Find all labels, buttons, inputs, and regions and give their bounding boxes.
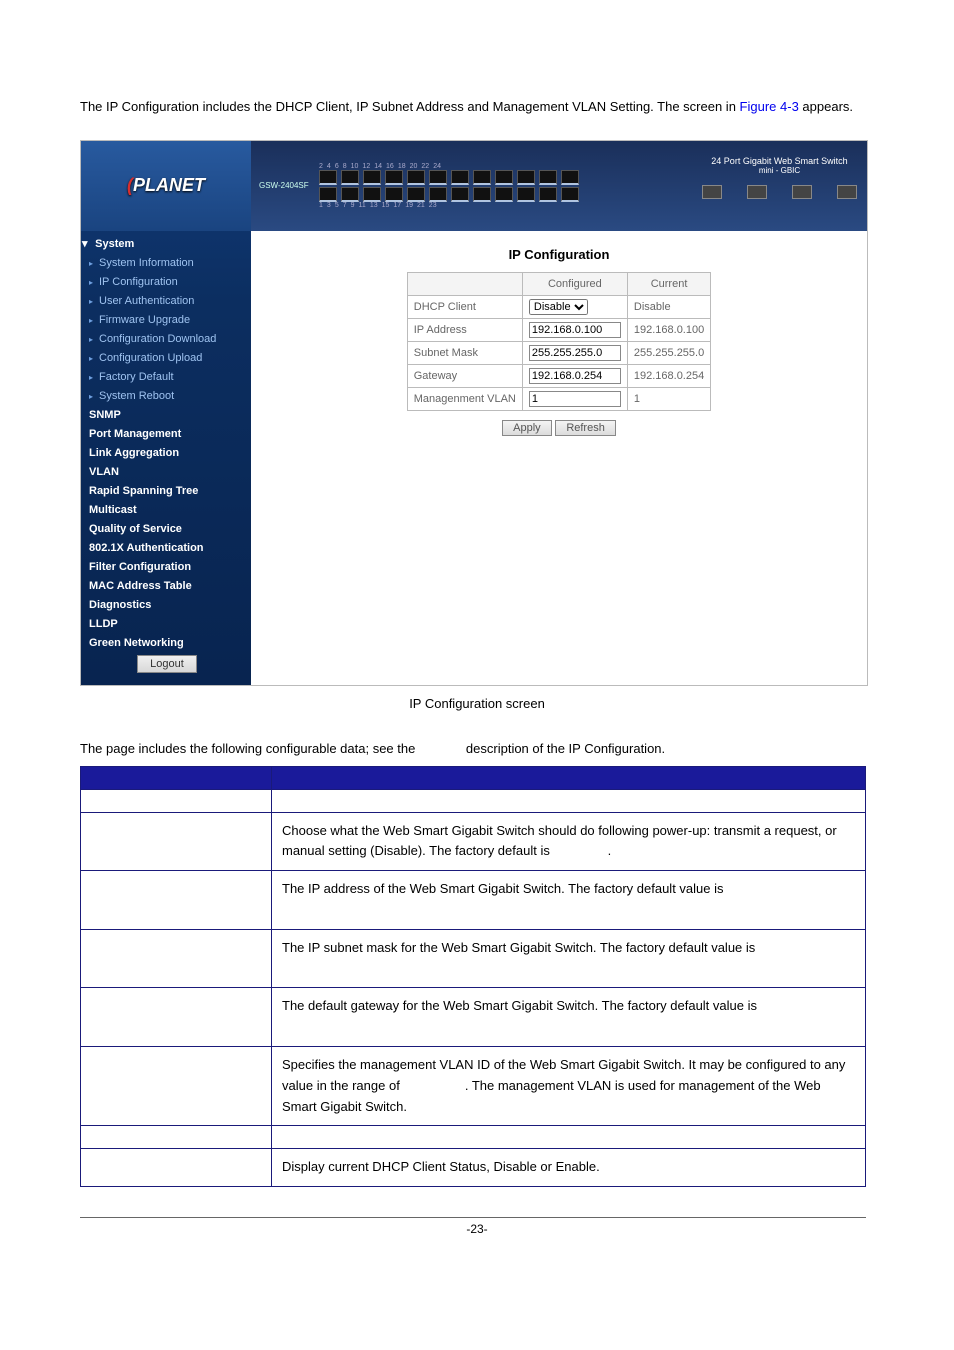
config-panel: IP Configuration Configured Current DHCP… — [251, 231, 867, 456]
menu-diag[interactable]: Diagnostics — [81, 596, 251, 615]
header-title: 24 Port Gigabit Web Smart Switch — [702, 156, 857, 166]
intro-paragraph: The IP Configuration includes the DHCP C… — [80, 93, 874, 122]
col-current: Current — [627, 272, 710, 295]
panel-title: IP Configuration — [261, 247, 857, 262]
figure-caption: IP Configuration screen — [80, 696, 874, 711]
menu-link-agg[interactable]: Link Aggregation — [81, 444, 251, 463]
menu-snmp[interactable]: SNMP — [81, 406, 251, 425]
row-dhcp-label: DHCP Client — [407, 295, 522, 318]
row-gw-label: Gateway — [407, 364, 522, 387]
col-configured: Configured — [522, 272, 627, 295]
menu-port-mgmt[interactable]: Port Management — [81, 425, 251, 444]
intro-text-a: The IP Configuration includes the DHCP C… — [80, 99, 740, 114]
apply-button[interactable]: Apply — [502, 420, 552, 436]
gbic-slot-icon — [702, 185, 722, 199]
desc-header-row — [81, 766, 866, 789]
description-table: Choose what the Web Smart Gigabit Switch… — [80, 766, 866, 1188]
gbic-slots — [702, 185, 857, 199]
row-mask-label: Subnet Mask — [407, 341, 522, 364]
menu-config-upload[interactable]: Configuration Upload — [81, 349, 251, 368]
menu-lldp[interactable]: LLDP — [81, 615, 251, 634]
ip-input[interactable] — [529, 322, 621, 338]
desc-row-ip: The IP address of the Web Smart Gigabit … — [81, 871, 866, 930]
menu-firmware[interactable]: Firmware Upgrade — [81, 311, 251, 330]
menu-system-reboot[interactable]: System Reboot — [81, 387, 251, 406]
intro-text-b: appears. — [802, 99, 853, 114]
gw-input[interactable] — [529, 368, 621, 384]
page-number: -23- — [80, 1222, 874, 1236]
desc-row-current-dhcp: Display current DHCP Client Status, Disa… — [81, 1149, 866, 1187]
row-vlan-label: Managenment VLAN — [407, 387, 522, 410]
ip-current: 192.168.0.100 — [627, 318, 710, 341]
mid-paragraph: The page includes the following configur… — [80, 741, 874, 756]
menu-vlan[interactable]: VLAN — [81, 463, 251, 482]
brand-text: PLANET — [133, 175, 205, 195]
menu-ip-config[interactable]: IP Configuration — [81, 273, 251, 292]
menu-8021x[interactable]: 802.1X Authentication — [81, 539, 251, 558]
sidebar: (PLANET ▾ System System Information IP C… — [81, 141, 251, 685]
config-table: Configured Current DHCP Client Disable D… — [407, 272, 711, 411]
router-screenshot: (PLANET ▾ System System Information IP C… — [80, 140, 868, 686]
vlan-input[interactable] — [529, 391, 621, 407]
menu-user-auth[interactable]: User Authentication — [81, 292, 251, 311]
nav-menu: ▾ System System Information IP Configura… — [81, 231, 251, 685]
menu-rstp[interactable]: Rapid Spanning Tree — [81, 482, 251, 501]
menu-system[interactable]: ▾ System — [81, 235, 251, 254]
dhcp-current: Disable — [627, 295, 710, 318]
ports-bottom-labels: 1 3 5 7 9 11 13 15 17 19 21 23 — [319, 202, 579, 209]
menu-filter[interactable]: Filter Configuration — [81, 558, 251, 577]
gw-current: 192.168.0.254 — [627, 364, 710, 387]
desc-subheader-row-2 — [81, 1126, 866, 1149]
ports-bottom-row — [319, 187, 579, 202]
desc-row-dhcp: Choose what the Web Smart Gigabit Switch… — [81, 812, 866, 871]
gbic-slot-icon — [747, 185, 767, 199]
logout-button[interactable]: Logout — [137, 655, 197, 673]
figure-link[interactable]: Figure 4-3 — [740, 99, 799, 114]
desc-subheader-row — [81, 789, 866, 812]
menu-system-info[interactable]: System Information — [81, 254, 251, 273]
footer-divider — [80, 1217, 866, 1218]
menu-multicast[interactable]: Multicast — [81, 501, 251, 520]
ports-top-row — [319, 170, 579, 185]
desc-row-vlan: Specifies the management VLAN ID of the … — [81, 1046, 866, 1125]
mask-current: 255.255.255.0 — [627, 341, 710, 364]
header-right: 24 Port Gigabit Web Smart Switch mini - … — [702, 156, 857, 199]
mask-input[interactable] — [529, 345, 621, 361]
row-ip-label: IP Address — [407, 318, 522, 341]
model-label: GSW-2404SF — [251, 181, 319, 190]
menu-mac[interactable]: MAC Address Table — [81, 577, 251, 596]
ports-top-labels: 2 4 6 8 10 12 14 16 18 20 22 24 — [319, 163, 579, 170]
refresh-button[interactable]: Refresh — [555, 420, 616, 436]
menu-config-download[interactable]: Configuration Download — [81, 330, 251, 349]
dhcp-select[interactable]: Disable — [529, 299, 588, 315]
header-sub: mini - GBIC — [702, 166, 857, 175]
main-area: GSW-2404SF 2 4 6 8 10 12 14 16 18 20 22 … — [251, 141, 867, 685]
desc-row-gw: The default gateway for the Web Smart Gi… — [81, 988, 866, 1047]
brand-logo: (PLANET — [81, 141, 251, 231]
switch-header: GSW-2404SF 2 4 6 8 10 12 14 16 18 20 22 … — [251, 141, 867, 231]
desc-row-mask: The IP subnet mask for the Web Smart Gig… — [81, 929, 866, 988]
gbic-slot-icon — [792, 185, 812, 199]
menu-green[interactable]: Green Networking — [81, 634, 251, 653]
port-icon — [319, 170, 337, 185]
menu-qos[interactable]: Quality of Service — [81, 520, 251, 539]
gbic-slot-icon — [837, 185, 857, 199]
vlan-current: 1 — [627, 387, 710, 410]
menu-factory-default[interactable]: Factory Default — [81, 368, 251, 387]
